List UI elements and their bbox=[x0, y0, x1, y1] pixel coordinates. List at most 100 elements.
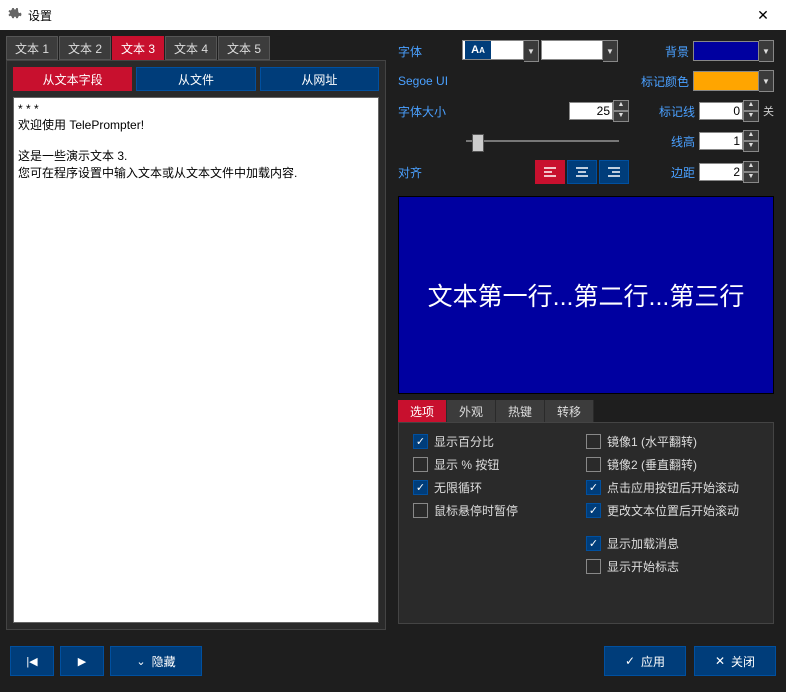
font-color-drop-icon[interactable]: ▼ bbox=[603, 40, 618, 62]
tab-text-2[interactable]: 文本 2 bbox=[59, 36, 111, 60]
lineheight-down[interactable]: ▼ bbox=[743, 141, 759, 152]
font-size-input[interactable] bbox=[569, 102, 613, 120]
checkbox[interactable]: 鼠标悬停时暂停 bbox=[413, 502, 586, 519]
mark-line-stepper[interactable]: ▲▼ bbox=[699, 100, 759, 122]
checkbox[interactable]: 更改文本位置后开始滚动 bbox=[586, 502, 759, 519]
skip-back-icon: |◀ bbox=[26, 655, 37, 668]
preview-pane: 文本第一行...第二行...第三行 bbox=[398, 196, 774, 394]
checkbox-box bbox=[586, 480, 601, 495]
lineheight-up[interactable]: ▲ bbox=[743, 130, 759, 141]
checkbox-box bbox=[586, 503, 601, 518]
checkbox-box bbox=[586, 434, 601, 449]
lineheight-label: 线高 bbox=[629, 133, 695, 150]
checkbox[interactable]: 点击应用按钮后开始滚动 bbox=[586, 479, 759, 496]
align-label: 对齐 bbox=[398, 164, 462, 181]
tab-text-4[interactable]: 文本 4 bbox=[165, 36, 217, 60]
checkbox-label: 镜像1 (水平翻转) bbox=[607, 433, 697, 450]
window-close-button[interactable]: ✕ bbox=[740, 0, 786, 30]
checkbox[interactable]: 显示 % 按钮 bbox=[413, 456, 586, 473]
lineheight-input[interactable] bbox=[699, 132, 743, 150]
font-size-down[interactable]: ▼ bbox=[613, 111, 629, 122]
checkbox[interactable]: 镜像2 (垂直翻转) bbox=[586, 456, 759, 473]
hide-button[interactable]: ⌄ 隐藏 bbox=[110, 646, 202, 676]
checkbox-label: 鼠标悬停时暂停 bbox=[434, 502, 518, 519]
checkbox-box bbox=[586, 536, 601, 551]
mark-color-drop-icon[interactable]: ▼ bbox=[759, 70, 774, 92]
tab-options[interactable]: 选项 bbox=[398, 400, 447, 422]
source-from-url-button[interactable]: 从网址 bbox=[260, 67, 379, 91]
tab-text-5[interactable]: 文本 5 bbox=[218, 36, 270, 60]
checkbox-label: 无限循环 bbox=[434, 479, 482, 496]
close-icon: ✕ bbox=[715, 654, 725, 668]
font-icon: AA bbox=[465, 41, 491, 59]
checkbox-label: 显示开始标志 bbox=[607, 558, 679, 575]
close-label: 关闭 bbox=[731, 653, 755, 670]
align-center-button[interactable] bbox=[567, 160, 597, 184]
margin-stepper[interactable]: ▲▼ bbox=[699, 161, 759, 183]
mark-line-label: 标记线 bbox=[629, 103, 695, 120]
text-tabstrip: 文本 1 文本 2 文本 3 文本 4 文本 5 bbox=[6, 36, 386, 60]
source-from-field-button[interactable]: 从文本字段 bbox=[13, 67, 132, 91]
background-label: 背景 bbox=[623, 43, 689, 60]
font-size-slider[interactable] bbox=[466, 132, 619, 150]
tab-appearance[interactable]: 外观 bbox=[447, 400, 496, 422]
mark-line-down[interactable]: ▼ bbox=[743, 111, 759, 122]
font-color-combo[interactable] bbox=[541, 40, 603, 60]
font-size-stepper[interactable]: ▲▼ bbox=[569, 100, 629, 122]
footer: |◀ ▶ ⌄ 隐藏 ✓ 应用 ✕ 关闭 bbox=[0, 636, 786, 686]
play-icon: ▶ bbox=[78, 655, 86, 668]
checkbox-box bbox=[413, 434, 428, 449]
slider-thumb[interactable] bbox=[472, 134, 484, 152]
tab-text-3[interactable]: 文本 3 bbox=[112, 36, 164, 60]
background-color-box[interactable] bbox=[693, 41, 759, 61]
lineheight-stepper[interactable]: ▲▼ bbox=[699, 130, 759, 152]
align-right-button[interactable] bbox=[599, 160, 629, 184]
text-editor[interactable]: * * * 欢迎使用 TelePrompter! 这是一些演示文本 3. 您可在… bbox=[13, 97, 379, 623]
play-button[interactable]: ▶ bbox=[60, 646, 104, 676]
margin-up[interactable]: ▲ bbox=[743, 161, 759, 172]
checkbox-label: 更改文本位置后开始滚动 bbox=[607, 502, 739, 519]
checkbox[interactable]: 显示百分比 bbox=[413, 433, 586, 450]
hide-label: 隐藏 bbox=[152, 653, 176, 670]
checkbox-box bbox=[413, 480, 428, 495]
font-name: Segoe UI bbox=[398, 74, 462, 88]
close-button[interactable]: ✕ 关闭 bbox=[694, 646, 776, 676]
options-panel: 显示百分比显示 % 按钮无限循环鼠标悬停时暂停 镜像1 (水平翻转) 镜像2 (垂… bbox=[398, 422, 774, 624]
checkbox[interactable]: 显示加载消息 bbox=[586, 535, 759, 552]
checkbox-box bbox=[413, 457, 428, 472]
mark-line-input[interactable] bbox=[699, 102, 743, 120]
rewind-button[interactable]: |◀ bbox=[10, 646, 54, 676]
mark-color-box[interactable] bbox=[693, 71, 759, 91]
gear-icon bbox=[8, 8, 22, 22]
check-icon: ✓ bbox=[625, 654, 635, 668]
source-from-file-button[interactable]: 从文件 bbox=[136, 67, 255, 91]
checkbox-label: 镜像2 (垂直翻转) bbox=[607, 456, 697, 473]
apply-button[interactable]: ✓ 应用 bbox=[604, 646, 686, 676]
align-left-button[interactable] bbox=[535, 160, 565, 184]
checkbox-label: 显示百分比 bbox=[434, 433, 494, 450]
title-bar: 设置 ✕ bbox=[0, 0, 786, 30]
checkbox[interactable]: 镜像1 (水平翻转) bbox=[586, 433, 759, 450]
checkbox-label: 显示 % 按钮 bbox=[434, 456, 499, 473]
margin-down[interactable]: ▼ bbox=[743, 172, 759, 183]
chevron-down-icon: ⌄ bbox=[136, 655, 145, 668]
checkbox-box bbox=[586, 559, 601, 574]
checkbox[interactable]: 显示开始标志 bbox=[586, 558, 759, 575]
tab-transfer[interactable]: 转移 bbox=[545, 400, 594, 422]
checkbox-label: 显示加载消息 bbox=[607, 535, 679, 552]
mark-line-up[interactable]: ▲ bbox=[743, 100, 759, 111]
font-style-combo[interactable]: AA bbox=[462, 40, 524, 60]
checkbox[interactable]: 无限循环 bbox=[413, 479, 586, 496]
window-title: 设置 bbox=[28, 7, 740, 24]
font-size-up[interactable]: ▲ bbox=[613, 100, 629, 111]
checkbox-label: 点击应用按钮后开始滚动 bbox=[607, 479, 739, 496]
tab-text-1[interactable]: 文本 1 bbox=[6, 36, 58, 60]
apply-label: 应用 bbox=[641, 653, 665, 670]
checkbox-box bbox=[586, 457, 601, 472]
tab-hotkeys[interactable]: 热键 bbox=[496, 400, 545, 422]
margin-input[interactable] bbox=[699, 163, 743, 181]
background-color-drop-icon[interactable]: ▼ bbox=[759, 40, 774, 62]
font-size-label: 字体大小 bbox=[398, 103, 462, 120]
checkbox-box bbox=[413, 503, 428, 518]
font-style-drop-icon[interactable]: ▼ bbox=[524, 40, 539, 62]
